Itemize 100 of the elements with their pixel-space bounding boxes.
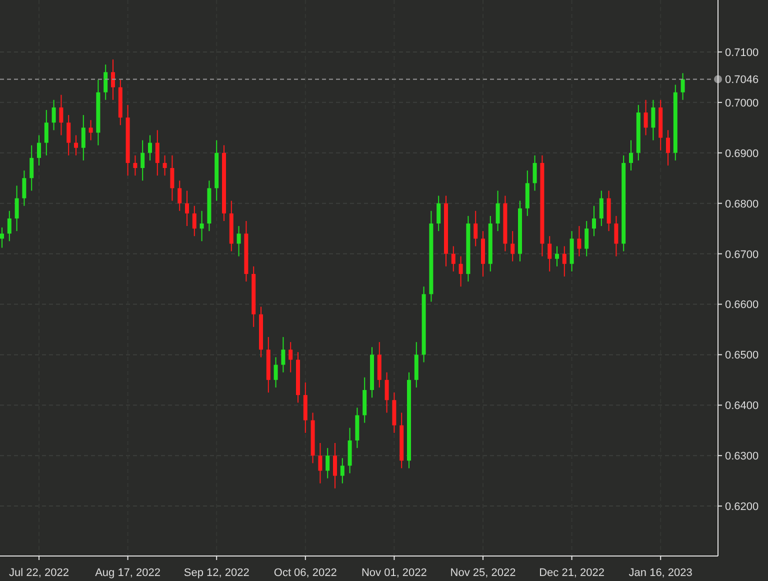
candlestick xyxy=(88,120,93,141)
candlestick xyxy=(636,104,640,161)
date-label: Dec 21, 2022 xyxy=(539,567,605,579)
price-label: 0.6300 xyxy=(725,450,759,463)
candlestick xyxy=(0,227,4,248)
price-label: 0.6700 xyxy=(725,248,759,261)
candlestick xyxy=(140,140,145,182)
candlestick xyxy=(236,226,241,257)
candlestick xyxy=(458,256,463,288)
candlestick xyxy=(96,79,100,146)
candlestick xyxy=(340,458,344,484)
candlestick xyxy=(178,180,182,212)
candlestick xyxy=(259,306,263,358)
candlestick xyxy=(310,412,315,464)
candlestick xyxy=(229,200,234,252)
candlestick xyxy=(562,246,566,277)
candlestick xyxy=(281,336,286,373)
candlestick xyxy=(518,200,522,262)
price-label: 0.6900 xyxy=(725,148,759,160)
candlestick xyxy=(503,195,508,252)
candlestick xyxy=(252,266,256,328)
candlestick xyxy=(451,246,456,272)
candlestick xyxy=(170,154,174,202)
candlestick xyxy=(148,134,152,161)
candlestick xyxy=(52,99,56,131)
candlestick xyxy=(30,144,34,192)
candlestick xyxy=(326,448,330,479)
candlestick xyxy=(111,59,115,100)
candlestick xyxy=(400,412,404,469)
candlestick xyxy=(629,140,633,172)
candlestick xyxy=(377,342,382,388)
candlestick xyxy=(532,154,537,192)
candlestick xyxy=(444,195,448,267)
candlestick xyxy=(592,205,596,237)
date-label: Jul 22, 2022 xyxy=(9,567,69,579)
price-label: 0.7100 xyxy=(725,46,759,59)
candlestick xyxy=(22,170,26,206)
price-label: 0.6400 xyxy=(725,400,759,412)
candlestick xyxy=(570,230,574,272)
price-label: 0.6500 xyxy=(725,350,759,362)
candlestick xyxy=(81,114,86,161)
candlestick xyxy=(185,190,189,227)
candlestick xyxy=(548,236,552,272)
candlestick xyxy=(510,230,515,262)
candlestick xyxy=(133,154,138,176)
candlestick xyxy=(488,215,492,272)
date-label: Nov 25, 2022 xyxy=(450,567,516,579)
candlestick xyxy=(303,382,308,434)
price-marker-icon xyxy=(714,75,722,84)
candlestick xyxy=(14,185,19,232)
candlestick xyxy=(274,356,278,388)
candlestick xyxy=(244,220,248,282)
candlestick xyxy=(74,134,78,156)
candlestick xyxy=(555,246,559,267)
price-label: 0.7000 xyxy=(725,97,759,110)
candlestick xyxy=(577,226,582,257)
candlestick xyxy=(414,342,418,388)
current-price-label: 0.7046 xyxy=(725,74,759,86)
candlestick xyxy=(207,180,212,232)
candlestick xyxy=(496,190,500,232)
candlestick xyxy=(392,392,396,434)
candlestick xyxy=(266,336,270,394)
price-label: 0.6600 xyxy=(725,299,759,312)
candlestick xyxy=(318,442,322,484)
candlestick xyxy=(7,210,12,242)
candlestick xyxy=(680,72,685,100)
candlestick xyxy=(333,442,337,489)
candlestick xyxy=(606,190,611,232)
candlestick xyxy=(584,220,589,257)
candlestick xyxy=(666,130,670,166)
date-label: Aug 17, 2022 xyxy=(95,567,161,579)
candlestick xyxy=(525,170,530,216)
candlestick xyxy=(214,140,219,202)
candlestick xyxy=(288,342,293,373)
candlestick xyxy=(155,130,160,176)
date-label: Sep 12, 2022 xyxy=(184,567,250,579)
price-label: 0.6800 xyxy=(725,198,759,210)
candlestick xyxy=(436,195,441,232)
candlestick xyxy=(370,346,374,398)
candlestick xyxy=(44,110,48,156)
candlestick xyxy=(296,352,300,404)
candlestick xyxy=(200,210,204,242)
candlestick xyxy=(192,205,196,237)
candlestick xyxy=(162,154,167,176)
candlestick xyxy=(348,427,352,474)
candlestick xyxy=(384,372,389,414)
date-label: Jan 16, 2023 xyxy=(628,567,692,579)
date-label: Oct 06, 2022 xyxy=(274,567,337,579)
candlestick xyxy=(614,215,618,257)
candlestick xyxy=(355,407,360,449)
candlestick xyxy=(59,94,64,136)
candlestick xyxy=(104,64,108,100)
candlestick xyxy=(66,114,71,156)
candlestick xyxy=(118,79,122,126)
date-label: Nov 01, 2022 xyxy=(361,567,427,579)
candlestick xyxy=(599,190,604,227)
candlestick xyxy=(37,134,41,166)
candlestick xyxy=(474,210,478,247)
candlestick xyxy=(651,99,656,141)
candlestick xyxy=(362,376,367,424)
